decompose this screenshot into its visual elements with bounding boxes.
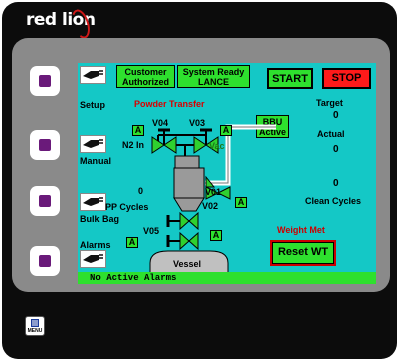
valve-label-v05: V05	[143, 226, 160, 236]
led-icon	[39, 195, 51, 207]
red-lion-logo: red lion	[26, 7, 106, 41]
valve-label-v03: V03	[189, 118, 206, 128]
alarm-status-bar: No Active Alarms	[78, 272, 376, 284]
led-icon	[39, 75, 51, 87]
indicator-a-1: A	[132, 125, 144, 136]
indicator-a-2: A	[220, 125, 232, 136]
menu-button[interactable]: MENU	[25, 316, 45, 336]
weight-met-label: Weight Met	[277, 225, 325, 235]
led-icon	[39, 255, 51, 267]
valve-label-v02: V02	[202, 201, 219, 211]
valve-label-v01: V01	[205, 187, 222, 197]
led-icon	[39, 139, 51, 151]
function-key-3[interactable]	[30, 186, 60, 216]
valve-v04-icon	[151, 128, 177, 154]
pp-cycles-label: PP Cycles	[105, 202, 149, 212]
vac-label: Vac	[209, 141, 225, 151]
hmi-screen: Setup Manual Bulk Bag Alarms Customer Au…	[78, 63, 376, 284]
valve-label-v04: V04	[152, 118, 169, 128]
function-key-2[interactable]	[30, 130, 60, 160]
indicator-a-3: A	[235, 197, 247, 208]
indicator-a-4: A	[210, 230, 222, 241]
function-key-4[interactable]	[30, 246, 60, 276]
reset-wt-label: Reset WT	[272, 242, 334, 264]
indicator-a-5: A	[126, 237, 138, 248]
function-key-1[interactable]	[30, 66, 60, 96]
hmi-device: red lion Setup Manual Bulk Bag Alarms Cu…	[2, 2, 397, 359]
vessel-label: Vessel	[173, 259, 202, 269]
valve-v05-icon	[166, 231, 199, 251]
pp-cycles-value: 0	[138, 186, 144, 196]
menu-label: MENU	[27, 328, 43, 334]
n2-in-label: N2 In	[122, 140, 145, 150]
valve-v02-icon	[166, 211, 199, 231]
reset-wt-button[interactable]: Reset WT	[270, 240, 336, 266]
